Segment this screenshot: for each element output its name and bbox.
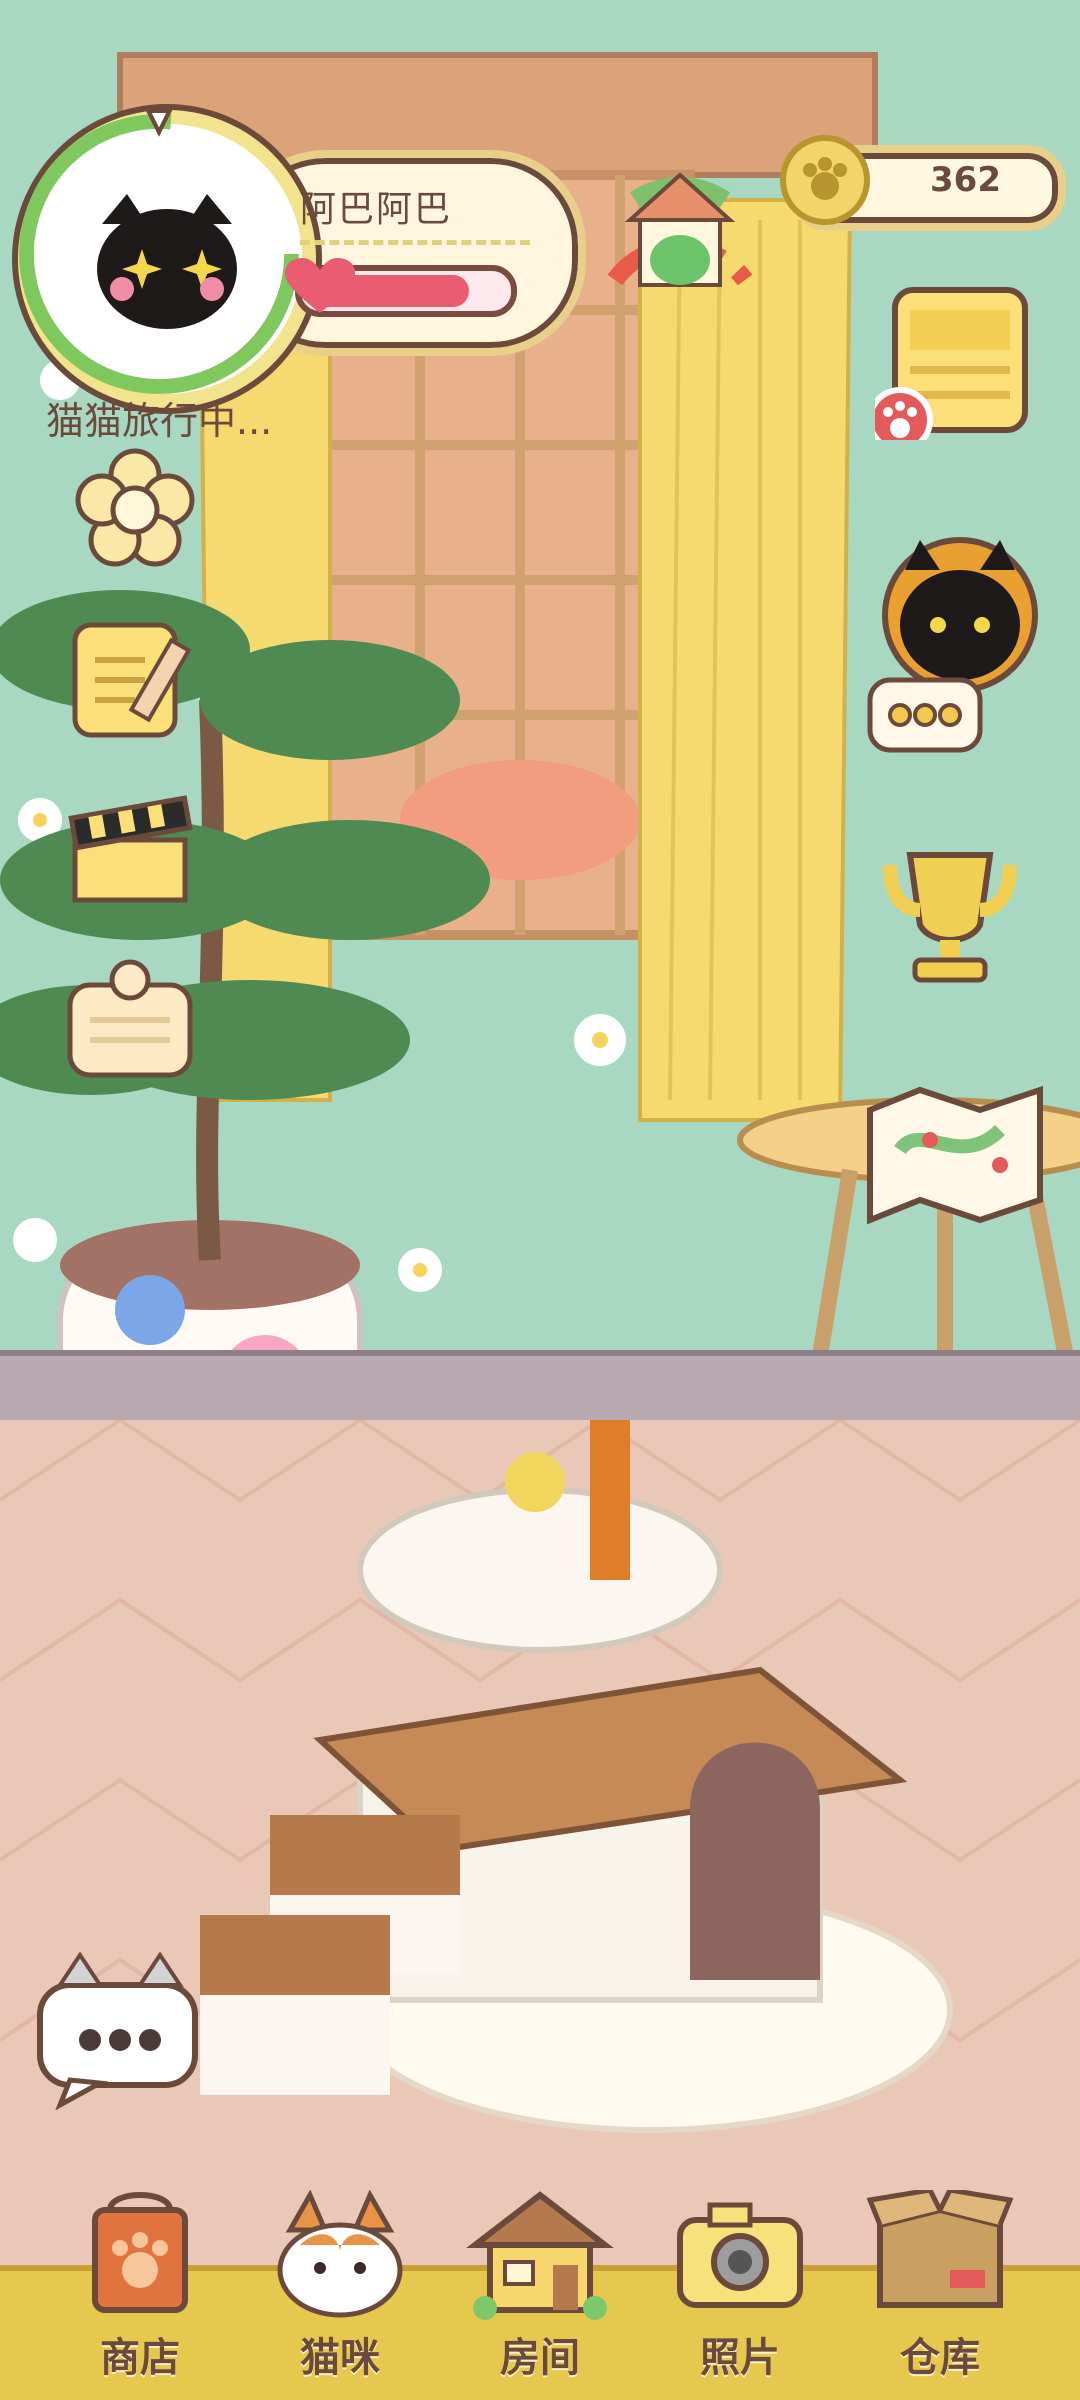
nav-shop[interactable]: 商店 — [50, 2190, 230, 2400]
nav-cats-label: 猫咪 — [300, 2335, 380, 2381]
nav-room[interactable]: 房间 — [450, 2190, 630, 2400]
nav-room-label: 房间 — [500, 2335, 580, 2381]
shop-bag-icon — [92, 2192, 188, 2313]
heart-icon — [285, 258, 355, 313]
name-underline — [300, 240, 530, 251]
nav-shop-label: 商店 — [100, 2335, 180, 2381]
nav-photos[interactable]: 照片 — [650, 2190, 830, 2400]
nav-photos-label: 照片 — [700, 2335, 780, 2381]
clapperboard-icon[interactable] — [65, 790, 195, 920]
map-icon[interactable] — [860, 1080, 1050, 1230]
avatar-progress-ring — [19, 108, 299, 394]
flower-icon[interactable] — [70, 445, 200, 575]
nav-storage-label: 仓库 — [900, 2335, 980, 2381]
travel-status-text: 猫猫旅行中... — [46, 399, 273, 443]
room-scene: 阿巴阿巴 猫猫旅行中... 362 商店 猫咪 房间 照片 仓库 — [0, 0, 1080, 2400]
paw-coin-icon — [780, 135, 870, 225]
cat-chat-bubble[interactable] — [30, 1945, 205, 2110]
player-name: 阿巴阿巴 — [300, 189, 453, 230]
task-list-icon[interactable] — [875, 280, 1035, 440]
black-cat-avatar-icon[interactable] — [860, 530, 1050, 760]
notice-board-icon[interactable] — [65, 955, 195, 1085]
storage-box-icon — [866, 2190, 1014, 2308]
nav-storage[interactable]: 仓库 — [850, 2190, 1030, 2400]
coin-count: 362 — [930, 160, 1001, 200]
house-gauge-icon[interactable] — [585, 130, 775, 320]
cat-face-icon — [277, 2190, 403, 2318]
trophy-icon[interactable] — [870, 835, 1030, 995]
house-icon — [466, 2191, 614, 2320]
nav-cats[interactable]: 猫咪 — [250, 2190, 430, 2400]
notes-icon[interactable] — [65, 615, 195, 745]
camera-icon — [677, 2202, 803, 2308]
